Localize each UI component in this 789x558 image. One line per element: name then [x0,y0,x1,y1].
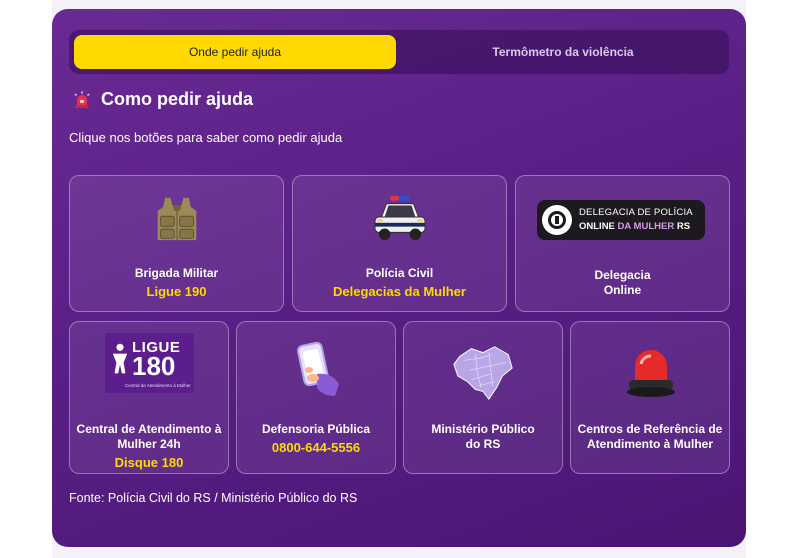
card-phone: Ligue 190 [146,284,207,299]
card-ministerio-publico[interactable]: Ministério Público do RS [403,321,563,474]
card-title-line2: Mulher 24h [117,437,181,451]
card-title-line2: Online [603,283,642,297]
card-title-line2: do RS [465,437,501,451]
page-title: Como pedir ajuda [101,89,254,109]
card-centros-referencia[interactable]: Centros de Referência de Atendimento à M… [570,321,730,474]
card-title: Brigada Militar [134,266,219,280]
rs-map-icon [453,346,513,401]
card-link: Delegacias da Mulher [333,284,466,299]
tab-termometro-violencia[interactable]: Termômetro da violência [402,35,724,69]
help-panel: Onde pedir ajuda Termômetro da violência… [52,9,746,547]
card-title: Central de Atendimento à [76,422,222,436]
tab-onde-pedir-ajuda[interactable]: Onde pedir ajuda [74,35,396,69]
card-title-line2: Atendimento à Mulher [586,437,713,451]
red-siren-icon [627,350,675,397]
phone-icon [297,341,339,396]
delegacia-online-logo: DELEGACIA DE POLÍCIA ONLINE DA MULHER RS [537,200,705,240]
instruction-text: Clique nos botões para saber como pedir … [69,130,343,145]
siren-icon [74,91,90,108]
card-phone: 0800-644-5556 [271,440,361,455]
ligue-180-logo: LIGUE 180 Central de Atendimento à Mulhe… [105,333,194,393]
source-footer: Fonte: Polícia Civil do RS / Ministério … [69,491,358,505]
card-phone: Disque 180 [114,455,184,470]
card-title: Polícia Civil [365,266,434,280]
card-brigada-militar[interactable]: Brigada Militar Ligue 190 [69,175,284,312]
card-delegacia-online[interactable]: DELEGACIA DE POLÍCIA ONLINE DA MULHER RS… [515,175,730,312]
card-title: Centros de Referência de [577,422,723,436]
tab-bar: Onde pedir ajuda Termômetro da violência [69,30,729,74]
card-defensoria-publica[interactable]: Defensoria Pública 0800-644-5556 [236,321,396,474]
card-policia-civil[interactable]: Polícia Civil Delegacias da Mulher [292,175,507,312]
police-car-icon [374,195,426,241]
vest-icon [157,197,197,241]
card-central-atendimento[interactable]: LIGUE 180 Central de Atendimento à Mulhe… [69,321,229,474]
card-title: Ministério Público [431,422,535,436]
card-title: Defensoria Pública [261,422,371,436]
section-heading: Como pedir ajuda [73,89,253,110]
card-title: Delegacia [594,268,651,282]
